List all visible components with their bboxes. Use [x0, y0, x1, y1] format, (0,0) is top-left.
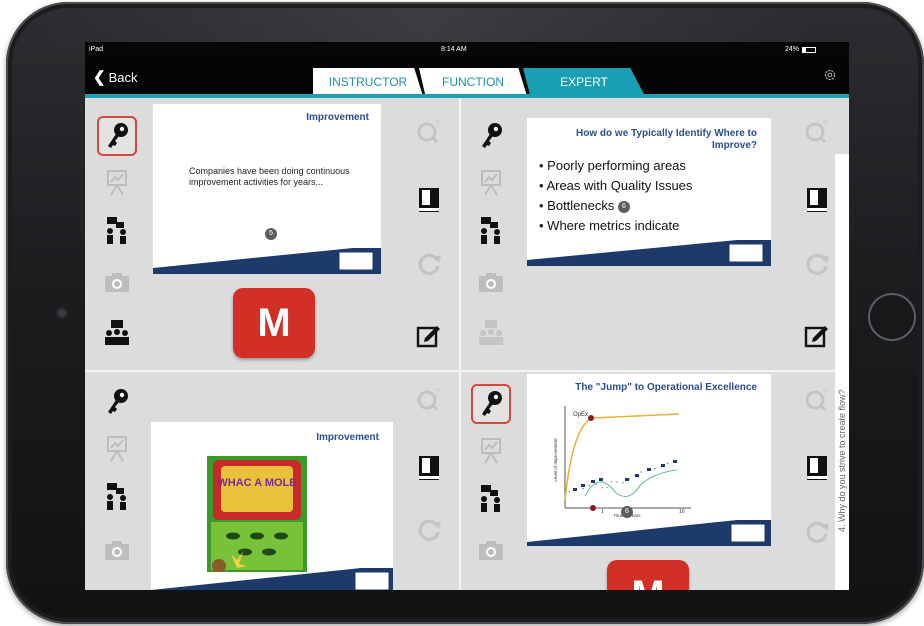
refresh-icon[interactable]: [409, 510, 449, 550]
slide-body-text: Companies have been doing continuous imp…: [189, 166, 350, 187]
presentation-icon[interactable]: [97, 162, 137, 202]
key-icon[interactable]: [97, 116, 137, 156]
presentation-icon[interactable]: [97, 428, 137, 468]
key-icon[interactable]: [471, 116, 511, 156]
camera-icon[interactable]: [471, 530, 511, 570]
camera-icon[interactable]: [97, 530, 137, 570]
chevron-left-icon: ❮: [93, 69, 106, 86]
slide-thumbnail[interactable]: How do we Typically Identify Where to Im…: [527, 118, 771, 266]
slide-panel-4: The "Jump" to Operational Excellence OpE…: [461, 372, 849, 590]
x-tick-label: 10: [679, 509, 685, 515]
key-icon[interactable]: [97, 382, 137, 422]
navigation-bar: ❮ Back INSTRUCTOR FUNCTION EXPERT: [85, 58, 849, 96]
bullet-item: • Poorly performing areas: [539, 158, 686, 173]
svg-text:?: ?: [823, 387, 828, 396]
group-discussion-icon[interactable]: [97, 210, 137, 250]
app-screen: iPad 8:14 AM 24% ❮ Back INSTRUCTOR FUNCT…: [85, 42, 849, 590]
clock: 8:14 AM: [441, 46, 467, 53]
battery-icon: [802, 47, 817, 53]
slide-grid: Improvement Companies have been doing co…: [85, 98, 849, 590]
slide-number: 5: [265, 228, 277, 240]
tab-expert[interactable]: EXPERT: [523, 68, 645, 96]
slide-number: 6: [618, 201, 630, 213]
camera-icon[interactable]: [471, 262, 511, 302]
key-icon[interactable]: [471, 384, 511, 424]
group-discussion-icon[interactable]: [97, 476, 137, 516]
bullet-list: • Poorly performing areas • Areas with Q…: [539, 156, 692, 236]
edit-note-icon[interactable]: [409, 316, 449, 356]
m-logo-badge[interactable]: M: [607, 560, 689, 590]
slide-panel-1: Improvement Companies have been doing co…: [85, 98, 459, 370]
book-icon[interactable]: [797, 448, 837, 488]
presentation-icon[interactable]: [471, 162, 511, 202]
battery-percent: 24%: [785, 46, 800, 53]
bullet-item: • Areas with Quality Issues: [539, 178, 693, 193]
bullet-item: • Where metrics indicate: [539, 218, 680, 233]
book-icon[interactable]: [797, 180, 837, 220]
gear-icon[interactable]: [823, 68, 837, 82]
slide-thumbnail[interactable]: Improvement Companies have been doing co…: [153, 104, 381, 274]
bullet-item: • Bottlenecks 6: [539, 196, 692, 216]
y-axis-label: Level of Improvement: [553, 438, 558, 482]
tab-instructor[interactable]: INSTRUCTOR: [313, 68, 423, 96]
slide-footer-band: [527, 520, 771, 546]
svg-text:?: ?: [435, 119, 440, 128]
slide-title: Improvement: [306, 112, 369, 123]
slide-panel-2: How do we Typically Identify Where to Im…: [461, 98, 849, 370]
back-label: Back: [108, 69, 138, 85]
edit-note-icon[interactable]: [797, 316, 837, 356]
game-title-text: WHAC A MOLE: [217, 477, 296, 489]
refresh-icon[interactable]: [797, 512, 837, 552]
side-question-text: 4. Why do you strive to create flow?: [837, 389, 847, 532]
presentation-icon[interactable]: [471, 430, 511, 470]
mode-tabs: INSTRUCTOR FUNCTION EXPERT: [313, 68, 645, 96]
svg-text:?: ?: [435, 387, 440, 396]
refresh-icon[interactable]: [797, 244, 837, 284]
search-question-icon[interactable]: ?: [409, 380, 449, 420]
slide-footer-band: [151, 568, 393, 590]
slide-footer-band: [153, 248, 381, 274]
slide-thumbnail[interactable]: Improvement WHAC A MOLE: [151, 422, 393, 590]
camera-icon[interactable]: [97, 262, 137, 302]
meeting-icon[interactable]: [97, 312, 137, 352]
home-button[interactable]: [868, 293, 916, 341]
slide-title: How do we Typically Identify Where to Im…: [576, 128, 757, 151]
book-icon[interactable]: [409, 180, 449, 220]
whac-a-mole-image: WHAC A MOLE: [207, 456, 307, 572]
slide-title: Improvement: [316, 432, 379, 443]
search-question-icon[interactable]: ?: [409, 112, 449, 152]
m-logo-badge[interactable]: M: [233, 288, 315, 358]
status-bar: iPad 8:14 AM 24%: [85, 42, 849, 58]
slide-thumbnail[interactable]: The "Jump" to Operational Excellence OpE…: [527, 374, 771, 546]
slide-panel-3: Improvement WHAC A MOLE ?: [85, 372, 459, 590]
group-discussion-icon[interactable]: [471, 210, 511, 250]
back-button[interactable]: ❮ Back: [93, 68, 137, 86]
x-tick-label: 1: [601, 509, 604, 515]
device-name: iPad: [89, 46, 104, 53]
tab-function[interactable]: FUNCTION: [419, 68, 527, 96]
front-camera: [56, 307, 68, 319]
opex-jump-diagram: OpEx Level of Improvement Time in Yea: [553, 406, 691, 518]
slide-title: The "Jump" to Operational Excellence: [575, 382, 757, 393]
book-icon[interactable]: [409, 448, 449, 488]
opex-label: OpEx: [573, 412, 588, 418]
search-question-icon[interactable]: ?: [797, 112, 837, 152]
search-question-icon[interactable]: ?: [797, 380, 837, 420]
svg-text:?: ?: [823, 119, 828, 128]
group-discussion-icon[interactable]: [471, 478, 511, 518]
refresh-icon[interactable]: [409, 244, 449, 284]
meeting-icon[interactable]: [471, 312, 511, 352]
slide-footer-band: [527, 240, 771, 266]
